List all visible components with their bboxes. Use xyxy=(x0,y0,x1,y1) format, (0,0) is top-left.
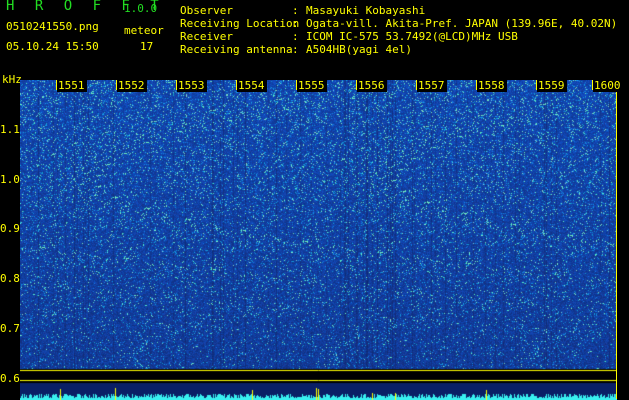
info-value: Ogata-vill. Akita-Pref. JAPAN (139.96E, … xyxy=(306,17,618,30)
time-tick-label: 1554 xyxy=(237,79,267,92)
info-row-observer: Observer : Masayuki Kobayashi xyxy=(180,4,617,17)
y-tick-label: 0.7 xyxy=(0,322,20,335)
spectrogram-canvas xyxy=(20,80,617,400)
info-value: A504HB(yagi 4el) xyxy=(306,43,412,56)
time-tick-label: 1555 xyxy=(297,79,327,92)
info-separator: : xyxy=(292,43,299,56)
info-separator: : xyxy=(292,30,299,43)
info-value: ICOM IC-575 53.7492(@LCD)MHz USB xyxy=(306,30,518,43)
meteor-count-value: 17 xyxy=(140,40,154,53)
time-tick-label: 1551 xyxy=(57,79,87,92)
meteor-count-label: meteor xyxy=(124,24,164,37)
observation-datetime: 05.10.24 15:50 xyxy=(6,40,99,53)
y-tick-label: 0.8 xyxy=(0,272,20,285)
info-key: Observer xyxy=(180,4,233,17)
info-key: Receiving Location xyxy=(180,17,300,30)
time-tick-label: 1553 xyxy=(177,79,207,92)
observation-info: Observer : Masayuki Kobayashi Receiving … xyxy=(180,4,617,56)
frequency-unit-label: kHz xyxy=(2,73,22,86)
time-tick-label: 1552 xyxy=(117,79,147,92)
y-tick-label: 0.6 xyxy=(0,372,20,385)
info-value: Masayuki Kobayashi xyxy=(306,4,426,17)
time-tick-label: 1558 xyxy=(477,79,507,92)
y-tick-label: 1.0 xyxy=(0,173,20,186)
info-row-location: Receiving Location : Ogata-vill. Akita-P… xyxy=(180,17,617,30)
time-tick-label: 1559 xyxy=(537,79,567,92)
time-tick-label: 1600 xyxy=(593,79,623,92)
info-key: Receiving antenna xyxy=(180,43,293,56)
image-filename: 0510241550.png xyxy=(6,20,99,33)
hroft-window: H R O F F T 1.0.0 0510241550.png meteor … xyxy=(0,0,629,400)
app-version: 1.0.0 xyxy=(124,2,158,15)
time-tick-label: 1556 xyxy=(357,79,387,92)
info-row-antenna: Receiving antenna : A504HB(yagi 4el) xyxy=(180,43,617,56)
info-row-receiver: Receiver : ICOM IC-575 53.7492(@LCD)MHz … xyxy=(180,30,617,43)
y-tick-label: 1.1 xyxy=(0,123,20,136)
info-separator: : xyxy=(292,4,299,17)
time-tick-label: 1557 xyxy=(417,79,447,92)
info-key: Receiver xyxy=(180,30,233,43)
y-tick-label: 0.9 xyxy=(0,222,20,235)
info-separator: : xyxy=(292,17,299,30)
